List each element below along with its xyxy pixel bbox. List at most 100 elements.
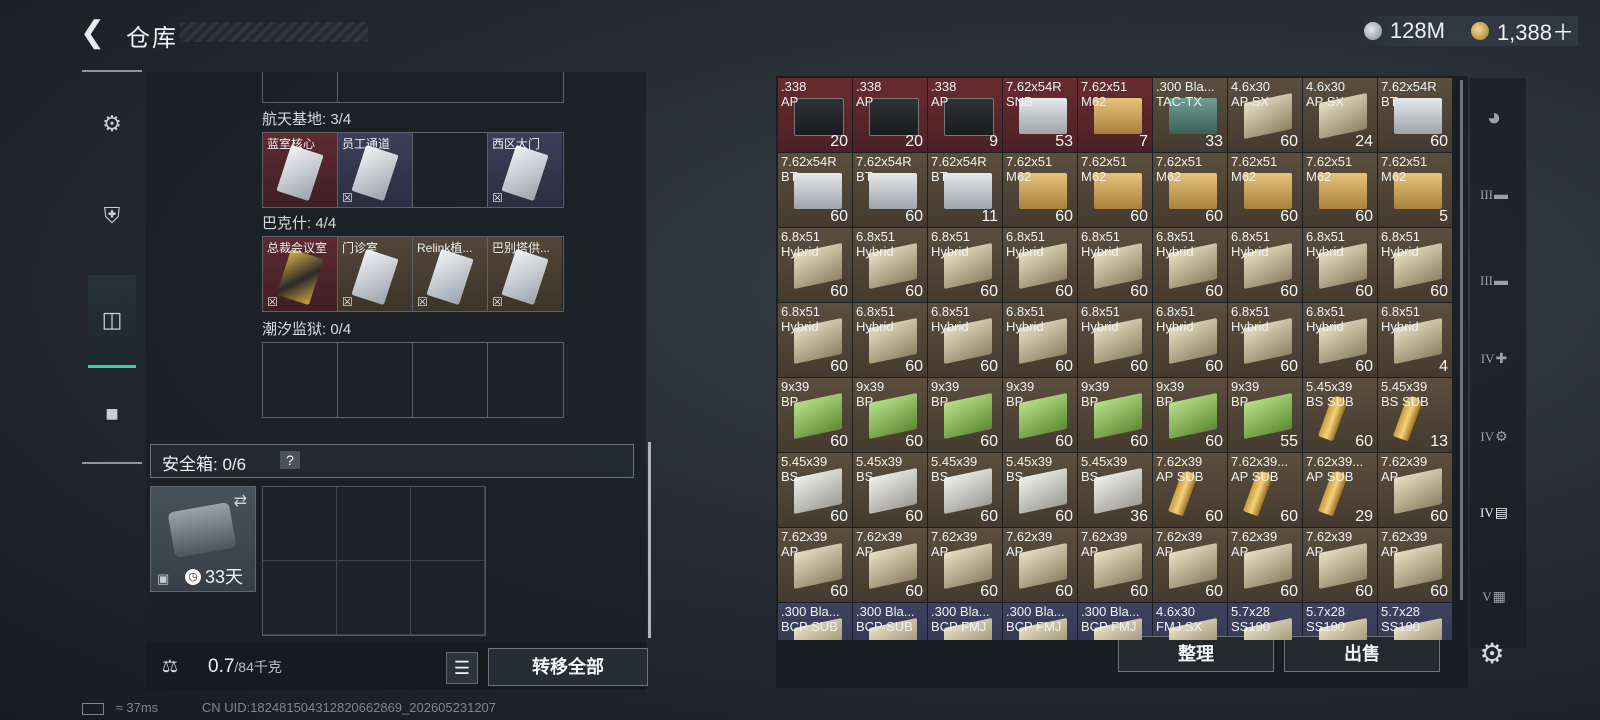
ammo-slot[interactable]: .300 Bla... TAC-TX 33 [1153, 78, 1228, 153]
ammo-slot[interactable]: 7.62x51 M62 5 [1378, 153, 1453, 228]
scrollbar[interactable] [648, 442, 651, 638]
rifle-icon[interactable]: III▬ [1474, 262, 1514, 298]
ammo-slot[interactable]: 6.8x51 Hybrid 60 [1153, 228, 1228, 303]
ammo-slot[interactable]: 9x39 BP 60 [1153, 378, 1228, 453]
ammo-slot[interactable]: .300 Bla... BCP FMJ [1003, 603, 1078, 640]
ammo-slot[interactable]: 4.6x30 AP SX 24 [1303, 78, 1378, 153]
ammo-slot[interactable]: 7.62x51 M62 60 [1003, 153, 1078, 228]
ammo-slot[interactable]: 5.45x39 BS 60 [778, 453, 853, 528]
ammo-slot[interactable]: 7.62x54R BT 60 [853, 153, 928, 228]
gear-icon[interactable]: ⚙ [1474, 636, 1510, 672]
ammo-slot[interactable]: 7.62x54R BT 60 [1378, 78, 1453, 153]
key-slot[interactable] [263, 72, 338, 102]
ammo-slot[interactable]: 7.62x51 M62 7 [1078, 78, 1153, 153]
rifle-icon[interactable]: III▬ [1474, 176, 1514, 212]
ammo-slot[interactable]: 6.8x51 Hybrid 60 [853, 303, 928, 378]
ammo-slot[interactable]: 9x39 BP 60 [778, 378, 853, 453]
ammo-slot[interactable]: 6.8x51 Hybrid 60 [778, 303, 853, 378]
key-slot[interactable]: 总裁会议室 ☒ [263, 237, 338, 311]
key-slot[interactable] [338, 343, 413, 417]
ammo-slot[interactable]: 5.45x39 BS 36 [1078, 453, 1153, 528]
ammo-slot[interactable]: .338 AP 9 [928, 78, 1003, 153]
ammo-slot[interactable]: 6.8x51 Hybrid 60 [928, 303, 1003, 378]
ammo-slot[interactable]: 7.62x51 M62 60 [1303, 153, 1378, 228]
ammo-slot[interactable]: 7.62x51 M62 60 [1228, 153, 1303, 228]
ammo-slot[interactable]: 6.8x51 Hybrid 60 [1378, 228, 1453, 303]
ammo-slot[interactable]: 6.8x51 Hybrid 60 [853, 228, 928, 303]
ammo-slot[interactable]: .300 Bla... BCP FMJ [1078, 603, 1153, 640]
ammo-folder-icon[interactable]: IV▤ [1474, 494, 1514, 530]
backpack-icon[interactable]: ◫ [96, 304, 128, 336]
safe-slot[interactable] [263, 561, 337, 635]
key-slot[interactable]: 员工通道 ☒ [338, 133, 413, 207]
ammo-slot[interactable]: .338 AP 20 [778, 78, 853, 153]
key-slot[interactable]: 蓝室核心 [263, 133, 338, 207]
ammo-slot[interactable]: 6.8x51 Hybrid 60 [1153, 303, 1228, 378]
ammo-slot[interactable]: 6.8x51 Hybrid 60 [1303, 228, 1378, 303]
ammo-slot[interactable]: 7.62x51 M62 60 [1153, 153, 1228, 228]
gear-case-icon[interactable]: IV⚙ [1474, 418, 1514, 454]
ammo-slot[interactable]: .300 Bla... BCP SUB [778, 603, 853, 640]
ammo-slot[interactable]: .300 Bla... BCP SUB [853, 603, 928, 640]
ammo-slot[interactable]: 5.7x28 SS190 [1378, 603, 1453, 640]
ammo-slot[interactable]: 9x39 BP 60 [928, 378, 1003, 453]
pistol-icon[interactable]: ⚙ [96, 108, 128, 140]
chevron-left-icon[interactable]: ❮ [80, 16, 110, 50]
helmet-icon[interactable]: ◕ [1474, 100, 1514, 136]
key-slot[interactable]: 门诊室 ☒ [338, 237, 413, 311]
ammo-slot[interactable]: 4.6x30 FMJ SX [1153, 603, 1228, 640]
ammo-slot[interactable]: 7.62x39 AP 60 [778, 528, 853, 603]
transfer-all-button[interactable]: 转移全部 [488, 648, 648, 686]
swap-icon[interactable]: ⇄ [234, 491, 247, 511]
ammo-slot[interactable]: 7.62x39... AP SUB 29 [1303, 453, 1378, 528]
key-slot[interactable]: Relink植... ☒ [413, 237, 488, 311]
key-slot[interactable] [413, 343, 488, 417]
ammo-slot[interactable]: 4.6x30 AP SX 60 [1228, 78, 1303, 153]
ammo-slot[interactable]: 7.62x54R BT 11 [928, 153, 1003, 228]
key-slot[interactable]: 巴别塔供... ☒ [488, 237, 562, 311]
ammo-slot[interactable]: 6.8x51 Hybrid 60 [928, 228, 1003, 303]
ammo-slot[interactable]: 5.45x39 BS SUB 60 [1303, 378, 1378, 453]
ammo-slot[interactable]: 9x39 BP 60 [1078, 378, 1153, 453]
ammo-slot[interactable]: 6.8x51 Hybrid 60 [1078, 303, 1153, 378]
ammo-slot[interactable]: 5.7x28 SS190 [1228, 603, 1303, 640]
ammo-slot[interactable]: 7.62x39 AP 60 [928, 528, 1003, 603]
ammo-slot[interactable]: .300 Bla... BCP FMJ [928, 603, 1003, 640]
ammo-slot[interactable]: 7.62x39... AP SUB 60 [1228, 453, 1303, 528]
list-icon[interactable]: ☰ [446, 652, 478, 684]
ammo-slot[interactable]: 5.45x39 BS 60 [928, 453, 1003, 528]
map-icon[interactable]: V▦ [1474, 578, 1514, 614]
ammo-slot[interactable]: 9x39 BP 55 [1228, 378, 1303, 453]
ammo-slot[interactable]: 6.8x51 Hybrid 60 [1078, 228, 1153, 303]
safe-slot[interactable] [337, 487, 411, 561]
ammo-slot[interactable]: 7.62x39 AP 60 [1378, 453, 1453, 528]
ammo-slot[interactable]: 7.62x54R BT 60 [778, 153, 853, 228]
gold-balance[interactable]: 1,388＋ [1497, 15, 1574, 47]
sell-button[interactable]: 出售 [1284, 636, 1440, 672]
key-slot[interactable] [488, 343, 562, 417]
ammo-slot[interactable]: 6.8x51 Hybrid 60 [1003, 228, 1078, 303]
ammo-slot[interactable]: 9x39 BP 60 [853, 378, 928, 453]
safe-slot[interactable] [263, 487, 337, 561]
key-slot[interactable] [413, 133, 488, 207]
help-icon[interactable]: ? [280, 451, 300, 469]
key-slot[interactable] [263, 343, 338, 417]
ammo-slot[interactable]: 6.8x51 Hybrid 60 [1303, 303, 1378, 378]
ammo-slot[interactable]: 6.8x51 Hybrid 60 [778, 228, 853, 303]
ammo-slot[interactable]: 7.62x39 AP 60 [1153, 528, 1228, 603]
safe-case-slot[interactable]: ⇄ ▣ ◷ 33天 [150, 486, 256, 592]
ammo-slot[interactable]: 6.8x51 Hybrid 60 [1003, 303, 1078, 378]
ammo-slot[interactable]: 7.62x54R SNB 53 [1003, 78, 1078, 153]
safe-slot[interactable] [411, 487, 485, 561]
sort-button[interactable]: 整理 [1118, 636, 1274, 672]
key-slot[interactable]: 西区大门 ☒ [488, 133, 562, 207]
briefcase-icon[interactable]: ■ [96, 398, 128, 430]
scrollbar[interactable] [1460, 80, 1463, 600]
medkit-icon[interactable]: IV✚ [1474, 340, 1514, 376]
ammo-slot[interactable]: 9x39 BP 60 [1003, 378, 1078, 453]
ammo-slot[interactable]: 7.62x51 M62 60 [1078, 153, 1153, 228]
safe-slot[interactable] [411, 561, 485, 635]
armor-icon[interactable]: ⛨ [96, 200, 128, 232]
ammo-slot[interactable]: 7.62x39 AP 60 [1078, 528, 1153, 603]
ammo-slot[interactable]: 7.62x39 AP SUB 60 [1153, 453, 1228, 528]
